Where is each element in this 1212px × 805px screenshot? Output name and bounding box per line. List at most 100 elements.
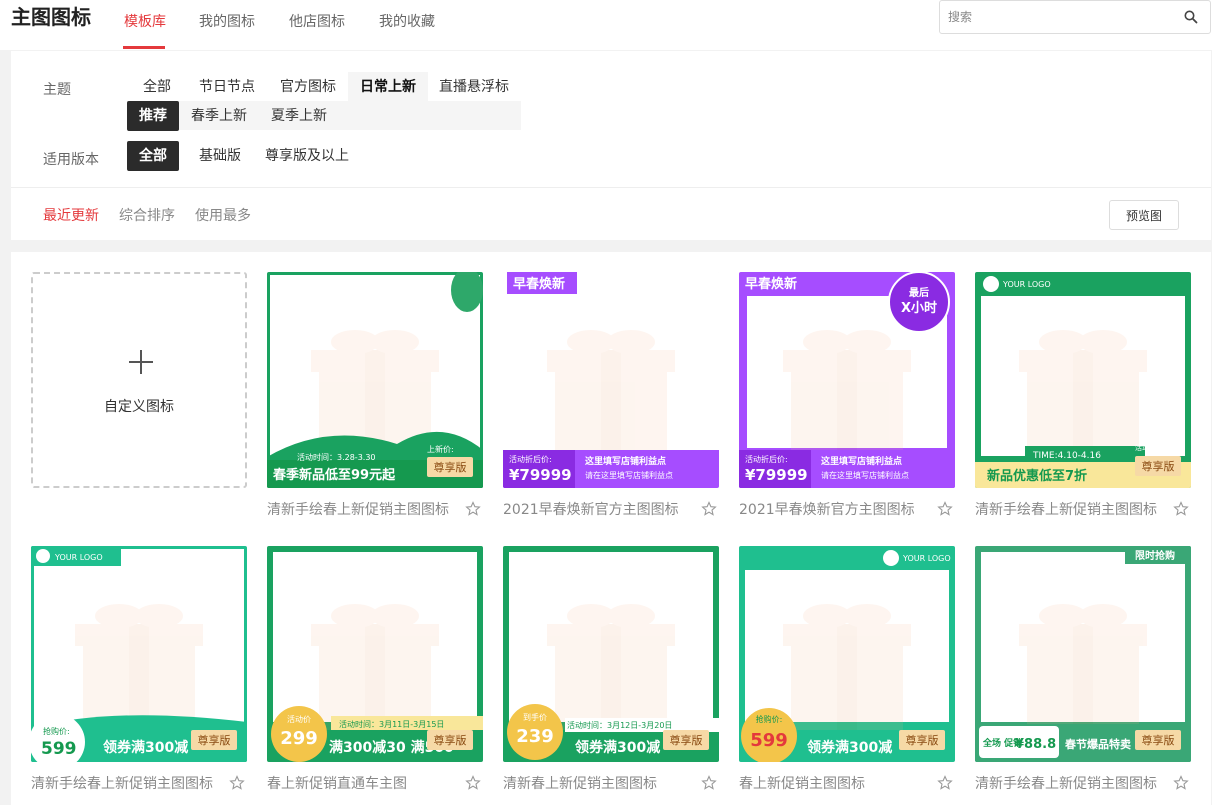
svg-text:尊享版: 尊享版: [198, 733, 231, 747]
star-icon[interactable]: [937, 775, 953, 791]
svg-text:春季新品低至99元起: 春季新品低至99元起: [272, 467, 396, 483]
svg-text:春节爆品特卖: 春节爆品特卖: [1065, 737, 1131, 751]
svg-text:尊享版: 尊享版: [1142, 733, 1175, 747]
template-thumbnail[interactable]: YOUR LOGO TIME:4.10-4.16 活动到手价 新品优惠低至7折 …: [975, 272, 1191, 488]
template-card[interactable]: YOUR LOGO 抢购价: 599 领券满300减 尊享版 清新手绘春上新促销…: [31, 546, 247, 796]
template-thumbnail[interactable]: YOUR LOGO 抢购价: 599 领券满300减 尊享版: [739, 546, 955, 762]
theme-sub-spring[interactable]: 春季上新: [179, 101, 259, 131]
tab-my-favorites[interactable]: 我的收藏: [379, 12, 435, 32]
star-icon[interactable]: [701, 775, 717, 791]
template-thumbnail[interactable]: 早春焕新 最后 X小时 活动折后价: ¥79999 这里填写店铺利益点 请在这里…: [739, 272, 955, 488]
template-thumbnail[interactable]: 活动时间：3月12日-3月20日 到手价 239 领券满300减 尊享版: [503, 546, 719, 762]
version-option-premium[interactable]: 尊享版及以上: [253, 141, 361, 171]
svg-text:尊享版: 尊享版: [434, 460, 467, 474]
svg-text:领券满300减: 领券满300减: [575, 739, 660, 756]
svg-text:YOUR LOGO: YOUR LOGO: [902, 554, 951, 563]
template-card[interactable]: 早春焕新 最后 X小时 活动折后价: ¥79999 这里填写店铺利益点 请在这里…: [739, 272, 955, 522]
svg-text:活动折后价:: 活动折后价:: [745, 454, 788, 464]
svg-text:尊享版: 尊享版: [434, 733, 467, 747]
tab-my-icons[interactable]: 我的图标: [199, 12, 255, 32]
svg-text:尊享版: 尊享版: [906, 733, 939, 747]
theme-option-holiday[interactable]: 节日节点: [187, 72, 267, 102]
active-tab-indicator: [123, 46, 165, 49]
svg-text:活动价: 活动价: [287, 714, 311, 724]
svg-text:新品优惠低至7折: 新品优惠低至7折: [987, 468, 1087, 484]
svg-text:领券满300减: 领券满300减: [807, 739, 892, 756]
svg-text:到手价: 到手价: [523, 712, 547, 722]
svg-text:X小时: X小时: [901, 300, 937, 316]
svg-text:599: 599: [750, 730, 788, 751]
template-thumbnail[interactable]: YOUR LOGO 抢购价: 599 领券满300减 尊享版: [31, 546, 247, 762]
star-icon[interactable]: [1173, 775, 1189, 791]
page-title: 主图图标: [11, 5, 91, 29]
svg-text:YOUR LOGO: YOUR LOGO: [54, 553, 103, 562]
svg-text:尊享版: 尊享版: [670, 733, 703, 747]
svg-text:抢购价:: 抢购价:: [43, 726, 70, 736]
template-grid: 自定义图标 活动时间：3.28-3.30 上新价: 春季新品低至99元起 尊享版…: [11, 252, 1211, 805]
theme-sub-recommended[interactable]: 推荐: [127, 101, 179, 131]
svg-text:活动时间：3.28-3.30: 活动时间：3.28-3.30: [297, 452, 376, 462]
svg-text:299: 299: [280, 728, 318, 749]
svg-text:尊享版: 尊享版: [1142, 459, 1175, 473]
svg-text:¥88.8: ¥88.8: [1015, 737, 1056, 752]
theme-option-live-float[interactable]: 直播悬浮标: [427, 72, 521, 102]
sort-overall[interactable]: 综合排序: [119, 205, 175, 225]
svg-text:活动时间：3月11日-3月15日: 活动时间：3月11日-3月15日: [339, 719, 444, 729]
template-card[interactable]: 早春焕新 活动折后价: ¥79999 这里填写店铺利益点 请在这里填写店铺利益点…: [503, 272, 719, 522]
svg-text:抢购价:: 抢购价:: [756, 714, 783, 724]
template-thumbnail[interactable]: 限时抢购 全场 促销 ¥88.8 春节爆品特卖 尊享版: [975, 546, 1191, 762]
svg-text:请在这里填写店铺利益点: 请在这里填写店铺利益点: [821, 470, 909, 480]
search-icon[interactable]: [1183, 9, 1199, 25]
tab-other-shop-icons[interactable]: 他店图标: [289, 12, 345, 32]
svg-text:限时抢购: 限时抢购: [1135, 549, 1175, 562]
template-thumbnail[interactable]: 活动时间：3.28-3.30 上新价: 春季新品低至99元起 尊享版: [267, 272, 483, 488]
star-icon[interactable]: [937, 501, 953, 517]
star-icon[interactable]: [701, 501, 717, 517]
search-input[interactable]: [948, 7, 1168, 27]
tab-template-library[interactable]: 模板库: [124, 12, 166, 32]
svg-text:599: 599: [41, 739, 77, 759]
sort-bar: 最近更新 综合排序 使用最多 预览图: [11, 187, 1211, 240]
template-caption: 清新手绘春上新促销主图图标: [975, 776, 1157, 792]
preview-button[interactable]: 预览图: [1109, 200, 1179, 230]
svg-text:早春焕新: 早春焕新: [745, 276, 797, 292]
svg-text:239: 239: [516, 726, 554, 747]
template-thumbnail[interactable]: 活动时间：3月11日-3月15日 活动价 299 满300减30 满500 尊享…: [267, 546, 483, 762]
svg-text:上新价:: 上新价:: [427, 444, 454, 454]
theme-option-all[interactable]: 全部: [131, 72, 183, 102]
theme-label: 主题: [43, 82, 71, 98]
template-card[interactable]: 活动时间：3.28-3.30 上新价: 春季新品低至99元起 尊享版 清新手绘春…: [267, 272, 483, 522]
svg-text:活动到手价: 活动到手价: [1135, 443, 1170, 452]
theme-option-official[interactable]: 官方图标: [268, 72, 348, 102]
star-icon[interactable]: [465, 775, 481, 791]
sort-most-used[interactable]: 使用最多: [195, 205, 251, 225]
template-card[interactable]: 活动时间：3月12日-3月20日 到手价 239 领券满300减 尊享版 清新春…: [503, 546, 719, 796]
theme-sub-summer[interactable]: 夏季上新: [259, 101, 339, 131]
filter-panel: 主题 全部 节日节点 官方图标 日常上新 直播悬浮标 推荐 春季上新 夏季上新 …: [11, 51, 1211, 240]
template-card[interactable]: YOUR LOGO TIME:4.10-4.16 活动到手价 新品优惠低至7折 …: [975, 272, 1191, 522]
svg-text:请在这里填写店铺利益点: 请在这里填写店铺利益点: [585, 470, 673, 480]
star-icon[interactable]: [229, 775, 245, 791]
svg-text:活动折后价:: 活动折后价:: [509, 454, 552, 464]
star-icon[interactable]: [465, 501, 481, 517]
star-icon[interactable]: [1173, 501, 1189, 517]
svg-text:活动时间：3月12日-3月20日: 活动时间：3月12日-3月20日: [567, 720, 672, 730]
template-caption: 春上新促销主图图标: [739, 776, 865, 792]
sort-recent[interactable]: 最近更新: [43, 205, 99, 225]
custom-icon-card[interactable]: 自定义图标: [31, 272, 247, 488]
version-label: 适用版本: [43, 152, 99, 168]
plus-icon: [129, 350, 153, 374]
theme-option-daily-new[interactable]: 日常上新: [348, 72, 428, 102]
template-thumbnail[interactable]: 早春焕新 活动折后价: ¥79999 这里填写店铺利益点 请在这里填写店铺利益点: [503, 272, 719, 488]
version-option-basic[interactable]: 基础版: [187, 141, 253, 171]
template-caption: 清新手绘春上新促销主图图标: [267, 502, 449, 518]
svg-text:¥79999: ¥79999: [509, 466, 572, 484]
template-card[interactable]: 活动时间：3月11日-3月15日 活动价 299 满300减30 满500 尊享…: [267, 546, 483, 796]
svg-text:¥79999: ¥79999: [745, 466, 808, 484]
search-box: [939, 0, 1211, 34]
template-caption: 清新手绘春上新促销主图图标: [31, 776, 213, 792]
template-card[interactable]: YOUR LOGO 抢购价: 599 领券满300减 尊享版 春上新促销主图图标: [739, 546, 955, 796]
template-card[interactable]: 限时抢购 全场 促销 ¥88.8 春节爆品特卖 尊享版 清新手绘春上新促销主图图…: [975, 546, 1191, 796]
top-bar: 主图图标 模板库 我的图标 他店图标 我的收藏: [0, 0, 1212, 50]
version-option-all[interactable]: 全部: [127, 141, 179, 171]
